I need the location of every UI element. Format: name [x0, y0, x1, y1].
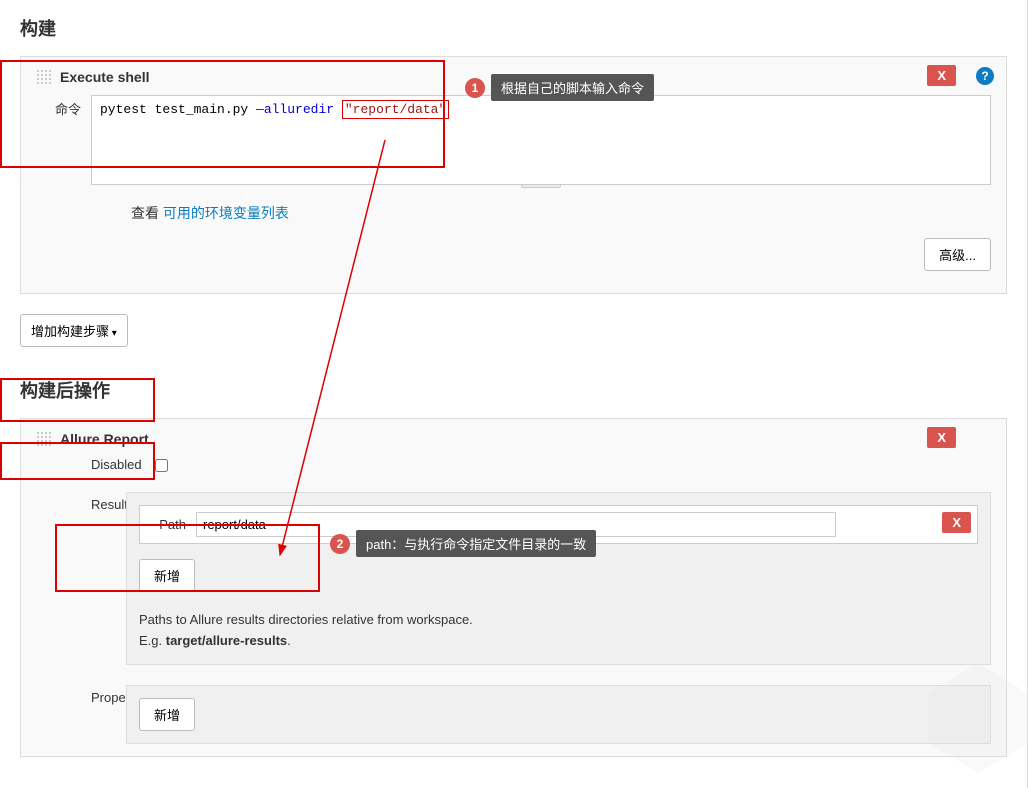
cmd-arg: "report/data"	[342, 100, 449, 119]
disabled-row: Disabled	[91, 457, 991, 472]
delete-allure-button[interactable]: X	[927, 427, 956, 448]
annotation-badge-2: 2	[330, 534, 350, 554]
add-build-step-button[interactable]: 增加构建步骤	[20, 314, 128, 347]
post-build-section-title: 构建后操作	[20, 377, 1007, 403]
results-help-text: Paths to Allure results directories rela…	[139, 610, 978, 652]
annotation-text-1: 根据自己的脚本输入命令	[491, 74, 654, 101]
watermark-icon	[918, 658, 1028, 778]
env-link-row: 查看 可用的环境变量列表	[131, 203, 991, 223]
cmd-prefix: pytest test_main.py	[100, 102, 256, 117]
env-vars-link[interactable]: 可用的环境变量列表	[163, 205, 289, 221]
allure-report-step: X Allure Report Disabled Results: Path X	[20, 418, 1007, 757]
add-result-button[interactable]: 新增	[139, 559, 195, 592]
disabled-checkbox[interactable]	[155, 459, 168, 472]
path-label: Path	[146, 517, 196, 532]
results-content: Path X 新增 Paths to Allure results direct…	[126, 492, 991, 665]
build-section-title: 构建	[20, 15, 1007, 41]
annotation-badge-1: 1	[465, 78, 485, 98]
help-icon[interactable]: ?	[976, 67, 994, 85]
drag-handle-icon[interactable]	[36, 431, 52, 447]
annotation-text-2: path：与执行命令指定文件目录的一致	[356, 530, 596, 557]
properties-label: Properties	[36, 685, 126, 744]
disabled-label: Disabled	[91, 457, 142, 472]
delete-step-button[interactable]: X	[927, 65, 956, 86]
command-textarea[interactable]: pytest test_main.py —alluredir "report/d…	[91, 95, 991, 185]
delete-path-button[interactable]: X	[942, 512, 971, 533]
annotation-1: 1 根据自己的脚本输入命令	[465, 74, 654, 101]
cmd-flag: —alluredir	[256, 102, 342, 117]
allure-title: Allure Report	[60, 431, 149, 447]
step-title: Execute shell	[60, 69, 150, 85]
results-label: Results:	[36, 492, 126, 665]
advanced-button[interactable]: 高级...	[924, 238, 991, 271]
drag-handle-icon[interactable]	[36, 69, 52, 85]
command-label: 命令	[36, 95, 91, 188]
add-property-button[interactable]: 新增	[139, 698, 195, 731]
properties-content: 新增	[126, 685, 991, 744]
annotation-2: 2 path：与执行命令指定文件目录的一致	[330, 530, 596, 557]
